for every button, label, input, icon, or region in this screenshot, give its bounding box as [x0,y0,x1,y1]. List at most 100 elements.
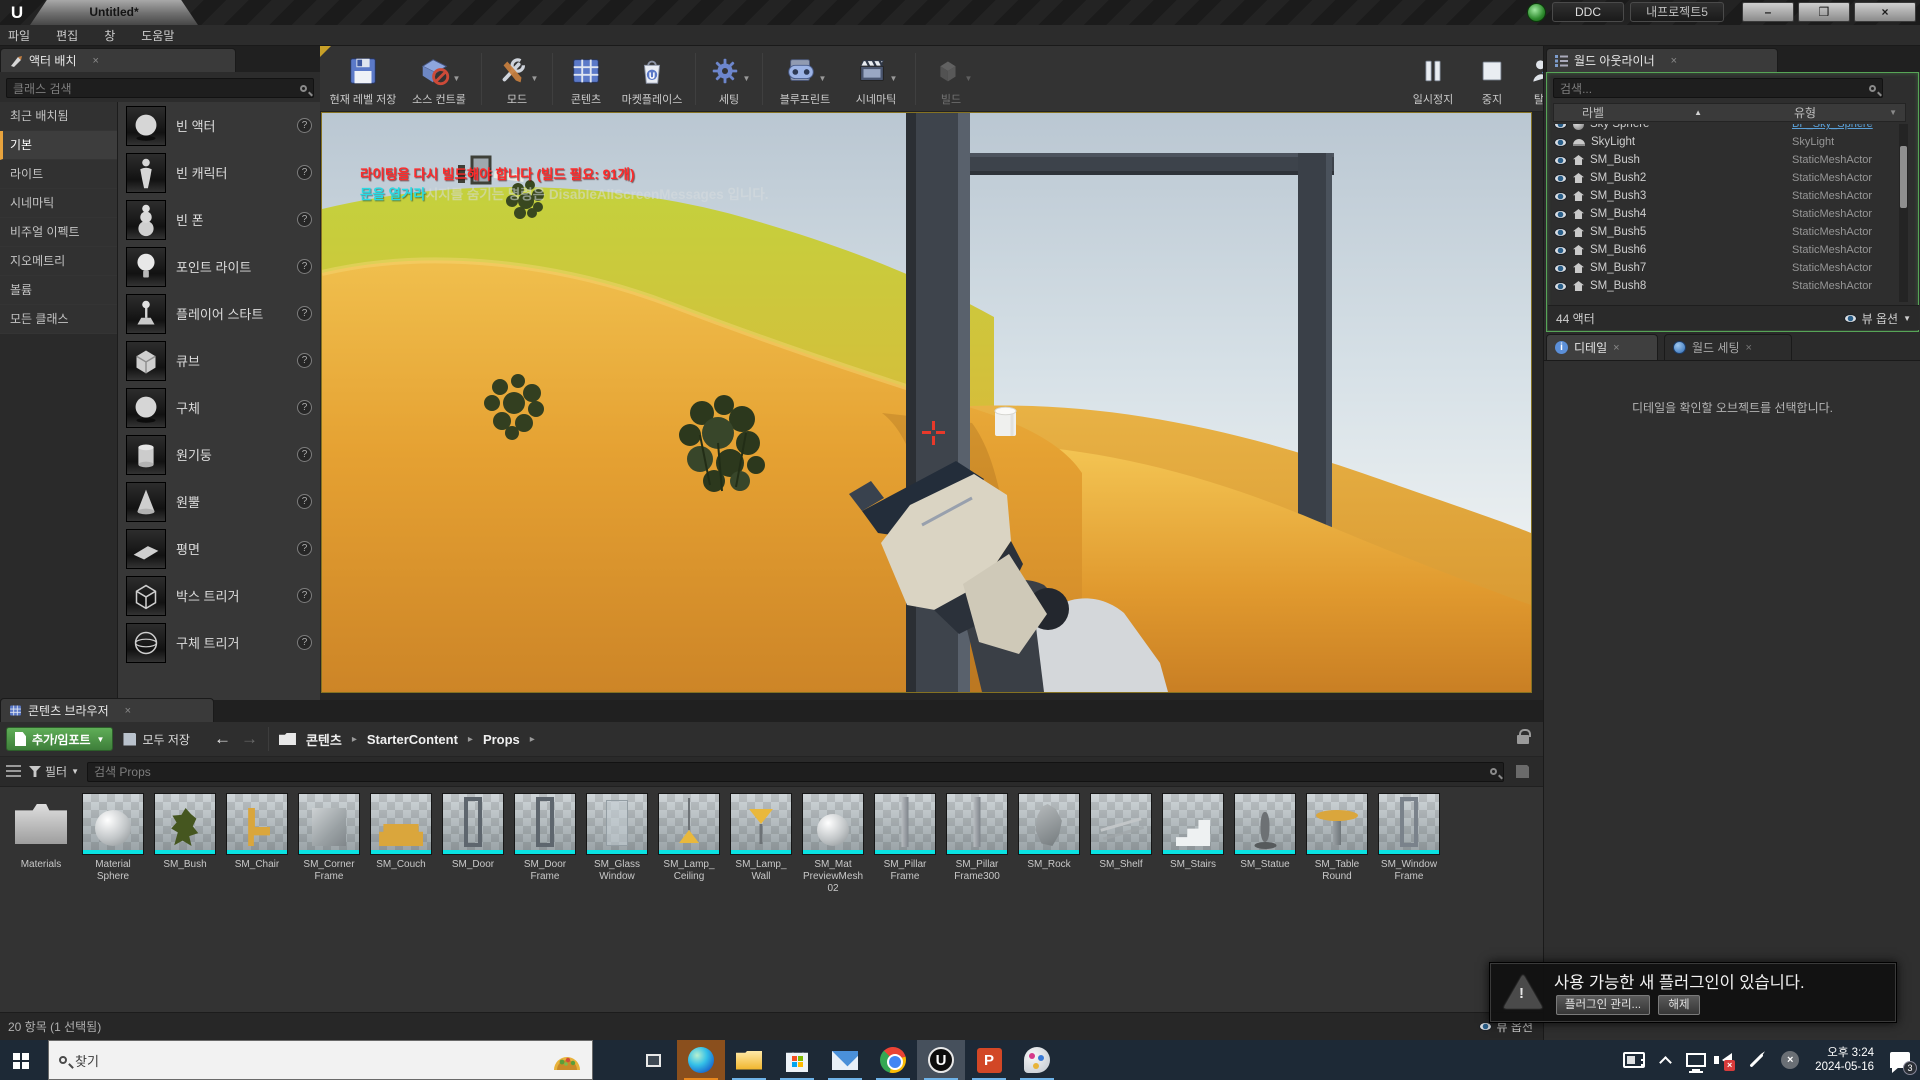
marketplace-button[interactable]: 마켓플레이스 [614,48,690,110]
filters-button[interactable]: 필터▼ [29,763,79,780]
asset-sm-pillar-frame300[interactable]: SM_PillarFrame300 [944,791,1010,885]
place-item-plane[interactable]: 평면? [118,525,320,572]
place-item-empty-pawn[interactable]: 빈 폰? [118,196,320,243]
place-item-cylinder[interactable]: 원기둥? [118,431,320,478]
help-icon[interactable]: ? [297,118,312,133]
chevron-down-icon[interactable]: ▼ [453,74,461,91]
close-icon[interactable]: × [1671,55,1677,67]
sources-panel-icon[interactable] [6,765,21,778]
outliner-row[interactable]: SM_BushStaticMeshActor [1548,151,1910,169]
place-item-empty-actor[interactable]: 빈 액터? [118,102,320,149]
outliner-scrollbar[interactable] [1899,124,1908,302]
visibility-eye-icon[interactable] [1554,264,1567,273]
taskbar-search-input[interactable]: 찾기 [48,1040,593,1080]
column-label[interactable]: 라벨 [1582,104,1604,121]
asset-sm-table-round[interactable]: SM_TableRound [1304,791,1370,885]
chevron-right-icon[interactable]: ▸ [468,734,473,745]
taskbar-edge[interactable] [677,1040,725,1080]
outliner-row[interactable]: SM_Bush4StaticMeshActor [1548,205,1910,223]
place-item-point-light[interactable]: 포인트 라이트? [118,243,320,290]
asset-sm-stairs[interactable]: SM_Stairs [1160,791,1226,873]
build-button[interactable]: ▼빌드 [921,48,981,110]
asset-material-sphere[interactable]: MaterialSphere [80,791,146,885]
breadcrumb-startercontent[interactable]: StarterContent [367,732,458,747]
tab-place-actors[interactable]: 액터 배치 × [0,48,236,72]
taskbar-file-explorer[interactable] [725,1040,773,1080]
back-arrow-icon[interactable]: ← [214,729,231,749]
breadcrumb-content[interactable]: 콘텐츠 [306,730,342,749]
outliner-row[interactable]: SM_Bush7StaticMeshActor [1548,259,1910,277]
column-type[interactable]: 유형 [1794,104,1816,121]
asset-sm-rock[interactable]: SM_Rock [1016,791,1082,873]
category-geometry[interactable]: 지오메트리 [0,247,117,276]
modes-button[interactable]: ▼모드 [487,48,547,110]
asset-sm-bush[interactable]: SM_Bush [152,791,218,873]
asset-sm-shelf[interactable]: SM_Shelf [1088,791,1154,873]
place-item-cone[interactable]: 원뿔? [118,478,320,525]
chevron-right-icon[interactable]: ▸ [530,734,535,745]
x-status-icon[interactable]: × [1781,1051,1799,1069]
visibility-eye-icon[interactable] [1554,156,1567,165]
taskbar-store[interactable] [773,1040,821,1080]
outliner-row[interactable]: SM_Bush2StaticMeshActor [1548,169,1910,187]
restore-button[interactable]: ❒ [1798,2,1850,22]
category-lights[interactable]: 라이트 [0,160,117,189]
asset-sm-chair[interactable]: SM_Chair [224,791,290,873]
asset-sm-door-frame[interactable]: SM_DoorFrame [512,791,578,885]
taskbar-mail[interactable] [821,1040,869,1080]
asset-sm-statue[interactable]: SM_Statue [1232,791,1298,873]
asset-materials[interactable]: Materials [8,791,74,873]
manage-plugins-button[interactable]: 플러그인 관리... [1556,995,1650,1015]
help-icon[interactable]: ? [297,635,312,650]
menu-file[interactable]: 파일 [8,27,30,44]
help-icon[interactable]: ? [297,353,312,368]
help-icon[interactable]: ? [297,165,312,180]
menu-edit[interactable]: 편집 [56,27,78,44]
add-import-button[interactable]: 추가/임포트 ▼ [6,727,113,751]
asset-sm-door[interactable]: SM_Door [440,791,506,873]
view-options-button[interactable]: 뷰 옵션▼ [1844,310,1911,327]
news-widget-icon[interactable] [1623,1052,1645,1068]
outliner-search-input[interactable]: 검색... [1553,78,1883,98]
visibility-eye-icon[interactable] [1554,210,1567,219]
chevron-down-icon[interactable]: ▼ [743,74,751,91]
category-volumes[interactable]: 볼륨 [0,276,117,305]
close-icon[interactable]: × [93,55,99,67]
visibility-eye-icon[interactable] [1554,282,1567,291]
pause-button[interactable]: 일시정지 [1402,48,1464,110]
class-search-input[interactable]: 클래스 검색 [6,78,314,98]
asset-sm-pillar-frame[interactable]: SM_PillarFrame [872,791,938,885]
visibility-eye-icon[interactable] [1554,246,1567,255]
asset-sm-mat-previewmesh[interactable]: SM_MatPreviewMesh02 [800,791,866,897]
tab-world-outliner[interactable]: 월드 아웃라이너× [1546,48,1778,72]
outliner-row[interactable]: SkyLightSkyLight [1548,133,1910,151]
asset-sm-window-frame[interactable]: SM_WindowFrame [1376,791,1442,885]
help-icon[interactable]: ? [297,259,312,274]
visibility-eye-icon[interactable] [1554,174,1567,183]
place-item-cube[interactable]: 큐브? [118,337,320,384]
help-icon[interactable]: ? [297,306,312,321]
asset-search-input[interactable]: 검색 Props [87,762,1504,782]
help-icon[interactable]: ? [297,212,312,227]
taskbar-powerpoint[interactable]: P [965,1040,1013,1080]
place-item-empty-character[interactable]: 빈 캐릭터? [118,149,320,196]
save-search-icon[interactable] [1516,765,1529,778]
place-item-sphere-trigger[interactable]: 구체 트리거? [118,619,320,666]
level-tab[interactable]: Untitled* [30,0,198,25]
project-name-button[interactable]: 내프로젝트5 [1630,2,1724,22]
taskbar-paint[interactable] [1013,1040,1061,1080]
blueprints-button[interactable]: ▼블루프린트 [768,48,842,110]
dismiss-button[interactable]: 해제 [1658,995,1700,1015]
visibility-eye-icon[interactable] [1554,192,1567,201]
save-all-button[interactable]: 모두 저장 [123,731,190,748]
taskbar-clock[interactable]: 오후 3:24 2024-05-16 [1815,1046,1874,1074]
help-icon[interactable]: ? [297,400,312,415]
lock-icon[interactable] [1517,735,1529,744]
asset-sm-glass-window[interactable]: SM_GlassWindow [584,791,650,885]
task-view-button[interactable] [629,1040,677,1080]
asset-sm-lamp-wall[interactable]: SM_Lamp_Wall [728,791,794,885]
visibility-eye-icon[interactable] [1554,228,1567,237]
outliner-row[interactable]: SM_Bush6StaticMeshActor [1548,241,1910,259]
place-item-sphere[interactable]: 구체? [118,384,320,431]
category-cinematic[interactable]: 시네마틱 [0,189,117,218]
